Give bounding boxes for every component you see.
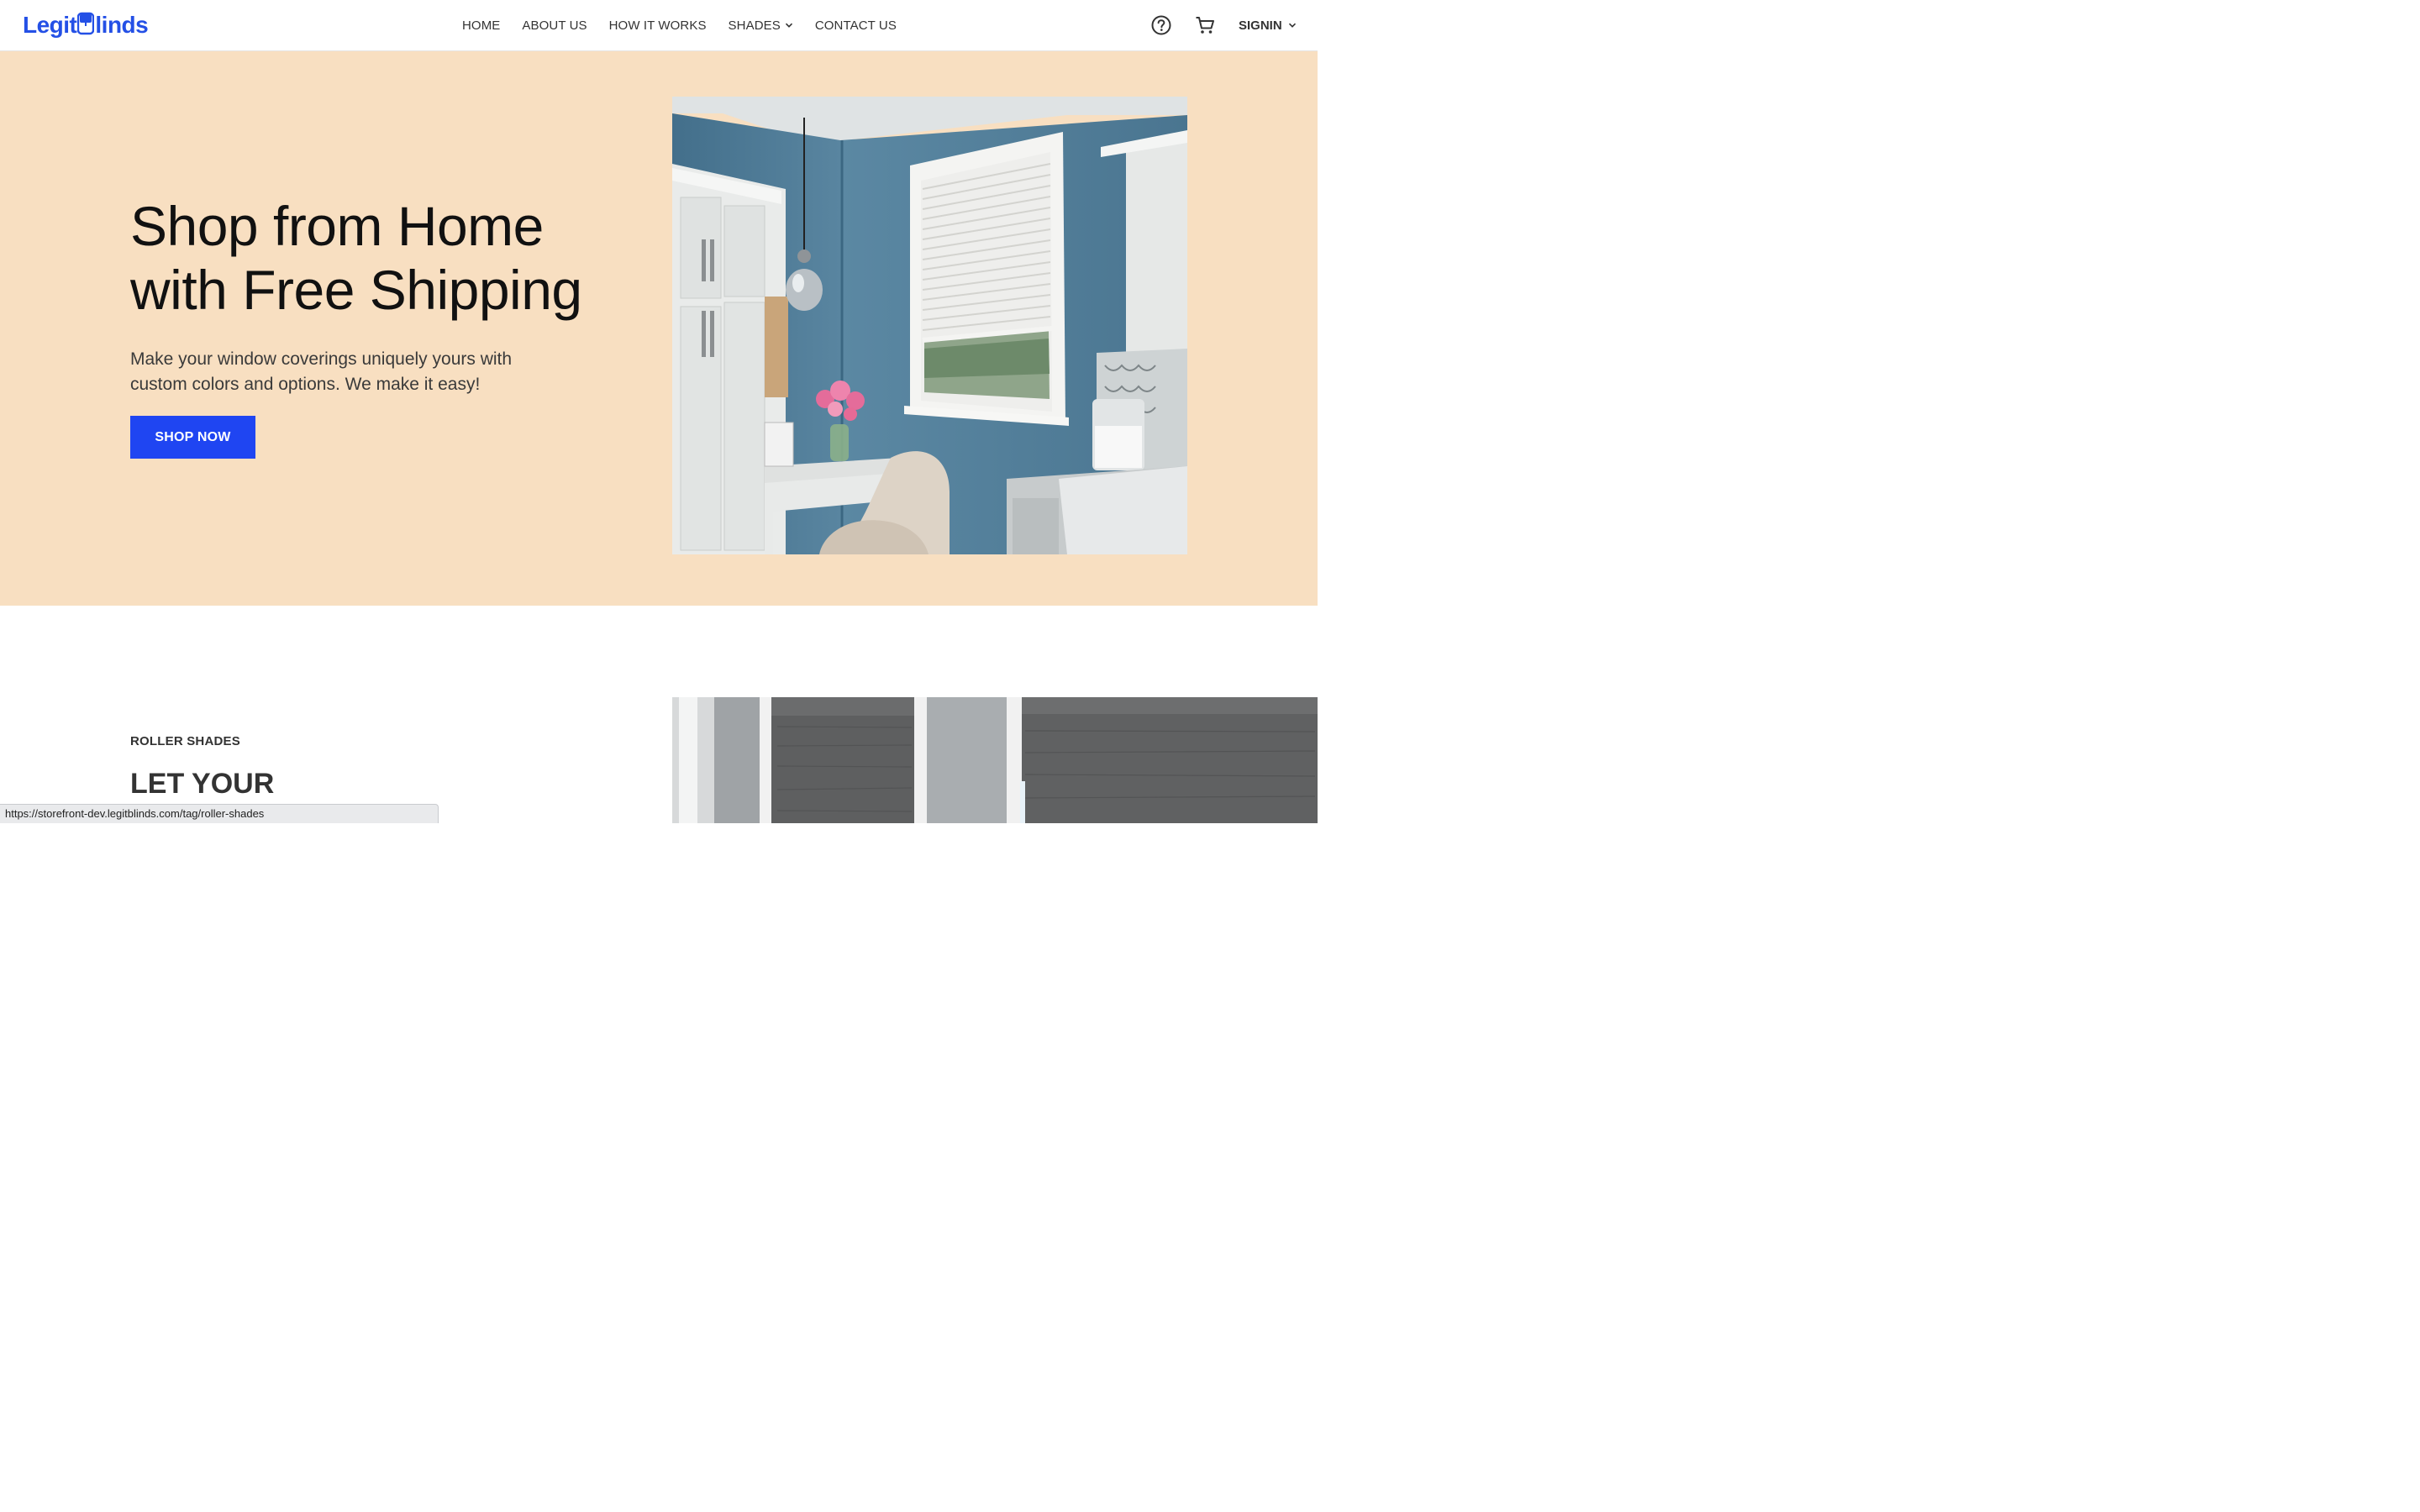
nav-contact-us-label: CONTACT US	[814, 18, 897, 33]
hero-subtitle-line2: custom colors and options. We make it ea…	[130, 375, 481, 394]
browser-status-bar: https://storefront-dev.legitblinds.com/t…	[0, 804, 439, 823]
chevron-down-icon	[785, 23, 792, 28]
logo-text-linds: linds	[95, 12, 149, 38]
hero-title-line2: with Free Shipping	[130, 259, 582, 321]
help-button[interactable]	[1150, 13, 1173, 37]
nav-shades-label: SHADES	[728, 18, 781, 33]
main-nav: HOME ABOUT US HOW IT WORKS SHADES CONTAC…	[462, 0, 897, 50]
nav-about-us[interactable]: ABOUT US	[522, 18, 587, 33]
nav-contact-us[interactable]: CONTACT US	[815, 18, 897, 33]
nav-shades-dropdown[interactable]: SHADES	[729, 18, 793, 33]
signin-label: SIGNIN	[1239, 18, 1282, 33]
logo-text-legit: Legit	[23, 12, 77, 38]
chevron-down-icon	[1288, 23, 1296, 28]
laundry-room-illustration	[672, 97, 1187, 554]
shop-now-button[interactable]: SHOP NOW	[130, 416, 255, 459]
nav-home[interactable]: HOME	[462, 18, 500, 33]
site-header: Legit linds HOME ABOUT US HOW IT WORKS S…	[0, 0, 1318, 51]
nav-how-it-works-label: HOW IT WORKS	[608, 18, 707, 33]
question-circle-icon	[1151, 15, 1171, 35]
section-eyebrow: ROLLER SHADES	[130, 734, 240, 748]
nav-home-label: HOME	[462, 18, 501, 33]
nav-how-it-works[interactable]: HOW IT WORKS	[609, 18, 707, 33]
hero-title-line1: Shop from Home	[130, 195, 544, 257]
cart-button[interactable]	[1193, 13, 1217, 37]
shopping-cart-icon	[1196, 17, 1214, 34]
roller-shades-illustration	[672, 697, 1318, 823]
site-logo[interactable]: Legit linds	[23, 11, 149, 39]
hero-section: Shop from Home with Free Shipping Make y…	[0, 51, 1318, 606]
section-title: LET YOUR	[130, 768, 275, 800]
hero-title: Shop from Home with Free Shipping	[130, 194, 651, 322]
hero-subtitle-line1: Make your window coverings uniquely your…	[130, 349, 513, 369]
hero-image	[672, 97, 1187, 554]
status-url: https://storefront-dev.legitblinds.com/t…	[5, 807, 265, 820]
logo-blind-icon	[77, 12, 95, 35]
roller-shades-image	[672, 697, 1318, 823]
roller-shades-section: ROLLER SHADES LET YOUR	[0, 606, 1318, 823]
hero-subtitle: Make your window coverings uniquely your…	[130, 347, 567, 397]
nav-about-us-label: ABOUT US	[522, 18, 587, 33]
signin-dropdown[interactable]: SIGNIN	[1239, 0, 1297, 50]
